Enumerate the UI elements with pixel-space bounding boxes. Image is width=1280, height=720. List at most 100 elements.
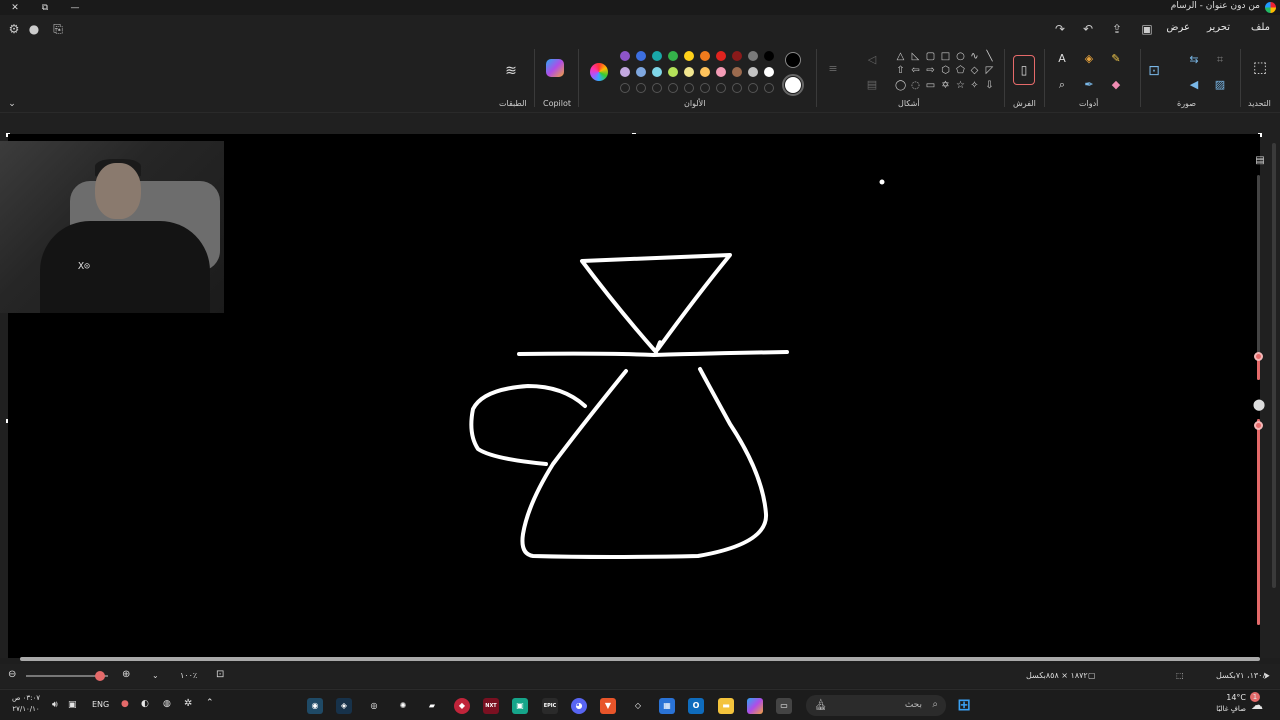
palette-swatch[interactable] (732, 67, 742, 77)
custom-color-slot[interactable] (684, 83, 694, 93)
opacity-slider[interactable] (1257, 419, 1260, 625)
zoom-slider-thumb[interactable] (95, 671, 105, 681)
zoom-in-icon[interactable]: ⊕ (122, 669, 130, 680)
palette-swatch[interactable] (668, 51, 678, 61)
horizontal-scrollbar[interactable] (20, 657, 1260, 661)
zoom-dropdown-chevron-icon[interactable]: ⌄ (152, 671, 159, 680)
palette-swatch[interactable] (764, 67, 774, 77)
ellipse-shape-icon[interactable]: ○ (955, 51, 966, 62)
diamond-shape-icon[interactable]: ◇ (969, 65, 980, 76)
volume-icon[interactable]: 🔊︎ (52, 700, 58, 710)
triangle-shape-icon[interactable]: △ (895, 51, 906, 62)
zoom-level[interactable]: ١٠٠٪ (180, 671, 197, 680)
collapse-ribbon-chevron-icon[interactable]: ⌄ (4, 96, 20, 112)
share-file-icon[interactable]: ⇪ (1109, 21, 1125, 37)
size-slider[interactable] (1257, 175, 1260, 380)
zoom-out-icon[interactable]: ⊖ (8, 669, 16, 680)
palette-swatch[interactable] (700, 67, 710, 77)
star5-shape-icon[interactable]: ☆ (955, 80, 966, 91)
undo-icon[interactable]: ↶ (1080, 21, 1096, 37)
close-window-button[interactable]: ✕ (0, 0, 30, 15)
palette-swatch[interactable] (748, 51, 758, 61)
speech-bubble-shape-icon[interactable]: ◌ (910, 80, 921, 91)
group-label-copilot[interactable]: Copilot (543, 99, 571, 108)
copilot-icon[interactable] (546, 59, 564, 77)
taskbar-app-icon[interactable]: ▣ (512, 698, 528, 714)
star4-shape-icon[interactable]: ✧ (969, 80, 980, 91)
color-picker-icon[interactable]: ✒ (1081, 77, 1097, 93)
rounded-rect-shape-icon[interactable]: ▢ (925, 51, 936, 62)
custom-color-slot[interactable] (668, 83, 678, 93)
clock-date[interactable]: ٢٧/١٠/١٠ (10, 705, 42, 713)
copilot-taskbar-icon[interactable] (747, 698, 763, 714)
crop-image-icon[interactable]: ⊡ (1145, 63, 1163, 81)
discord-icon[interactable]: ◕ (571, 698, 587, 714)
palette-swatch[interactable] (684, 51, 694, 61)
corner-triangle-shape-icon[interactable]: ◸ (984, 65, 995, 76)
palette-swatch[interactable] (716, 67, 726, 77)
tray-app-icon[interactable]: ◐ (141, 699, 149, 709)
pencil-icon[interactable]: ✎ (1108, 51, 1124, 67)
palette-swatch[interactable] (636, 51, 646, 61)
network-icon[interactable]: ▣ (68, 700, 77, 710)
brave-browser-icon[interactable]: ▼ (600, 698, 616, 714)
weather-description[interactable]: صافٍ غالبًا (1196, 705, 1246, 713)
palette-swatch[interactable] (620, 67, 630, 77)
edit-colors-icon[interactable] (590, 63, 608, 81)
custom-color-slot[interactable] (764, 83, 774, 93)
curve-shape-icon[interactable]: ∿ (969, 51, 980, 62)
secondary-color-swatch[interactable] (782, 74, 804, 96)
shape-outline-icon[interactable]: ◁ (864, 52, 880, 68)
resize-icon[interactable]: ⇆ (1186, 52, 1202, 68)
taskbar-search-box[interactable]: ⌕ بحث ⛪︎ (806, 695, 946, 716)
left-arrow-shape-icon[interactable]: ⇦ (910, 65, 921, 76)
fit-to-window-icon[interactable]: ⊡ (216, 669, 224, 680)
show-hidden-icons-chevron-icon[interactable]: ⌃ (206, 698, 214, 708)
size-slider-thumb[interactable] (1254, 352, 1263, 361)
crop-icon[interactable]: ⌗ (1212, 52, 1228, 68)
vertical-scrollbar[interactable] (1272, 143, 1276, 588)
taskbar-app-icon[interactable]: NXT (483, 698, 499, 714)
palette-swatch[interactable] (668, 67, 678, 77)
custom-color-slot[interactable] (700, 83, 710, 93)
palette-swatch[interactable] (652, 67, 662, 77)
taskbar-app-icon[interactable]: ◉ (307, 698, 323, 714)
menu-file[interactable]: ملف (1251, 22, 1270, 33)
menu-view[interactable]: عرض (1166, 22, 1190, 33)
steelseries-icon[interactable]: ✺ (395, 698, 411, 714)
magnifier-icon[interactable]: ⌕ (1054, 77, 1070, 93)
palette-swatch[interactable] (700, 51, 710, 61)
custom-color-slot[interactable] (652, 83, 662, 93)
fill-bucket-icon[interactable]: ◈ (1081, 51, 1097, 67)
palette-swatch[interactable] (684, 67, 694, 77)
rectangle-shape-icon[interactable]: □ (940, 51, 951, 62)
weather-temperature[interactable]: 14°C (1208, 693, 1246, 702)
taskbar-app-icon[interactable]: ◇ (630, 698, 646, 714)
custom-color-slot[interactable] (748, 83, 758, 93)
primary-color-swatch[interactable] (785, 52, 801, 68)
palette-swatch[interactable] (620, 51, 630, 61)
settings-gear-icon[interactable]: ⚙ (6, 21, 22, 37)
start-windows-icon[interactable]: ⊞ (955, 696, 973, 714)
taskbar-app-icon[interactable]: ▰ (424, 698, 440, 714)
custom-color-slot[interactable] (636, 83, 646, 93)
palette-swatch[interactable] (748, 67, 758, 77)
tray-app-icon[interactable]: ✲ (184, 698, 192, 709)
selection-icon[interactable]: ⬚ (1250, 59, 1270, 79)
palette-swatch[interactable] (636, 67, 646, 77)
redo-icon[interactable]: ↷ (1052, 21, 1068, 37)
right-arrow-shape-icon[interactable]: ⇨ (925, 65, 936, 76)
oval-callout-shape-icon[interactable]: ◯ (895, 80, 906, 91)
taskbar-app-icon[interactable]: ◆ (454, 698, 470, 714)
taskbar-app-icon[interactable]: ◎ (366, 698, 382, 714)
line-shape-icon[interactable]: ╲ (984, 51, 995, 62)
palette-swatch[interactable] (716, 51, 726, 61)
store-icon[interactable]: ▦ (659, 698, 675, 714)
pentagon-shape-icon[interactable]: ⬠ (955, 65, 966, 76)
maximize-window-button[interactable]: ⧉ (30, 0, 60, 15)
custom-color-slot[interactable] (732, 83, 742, 93)
file-explorer-icon[interactable]: ▬ (718, 698, 734, 714)
save-icon[interactable]: ▣ (1139, 21, 1155, 37)
custom-color-slot[interactable] (620, 83, 630, 93)
up-arrow-shape-icon[interactable]: ⇧ (895, 65, 906, 76)
